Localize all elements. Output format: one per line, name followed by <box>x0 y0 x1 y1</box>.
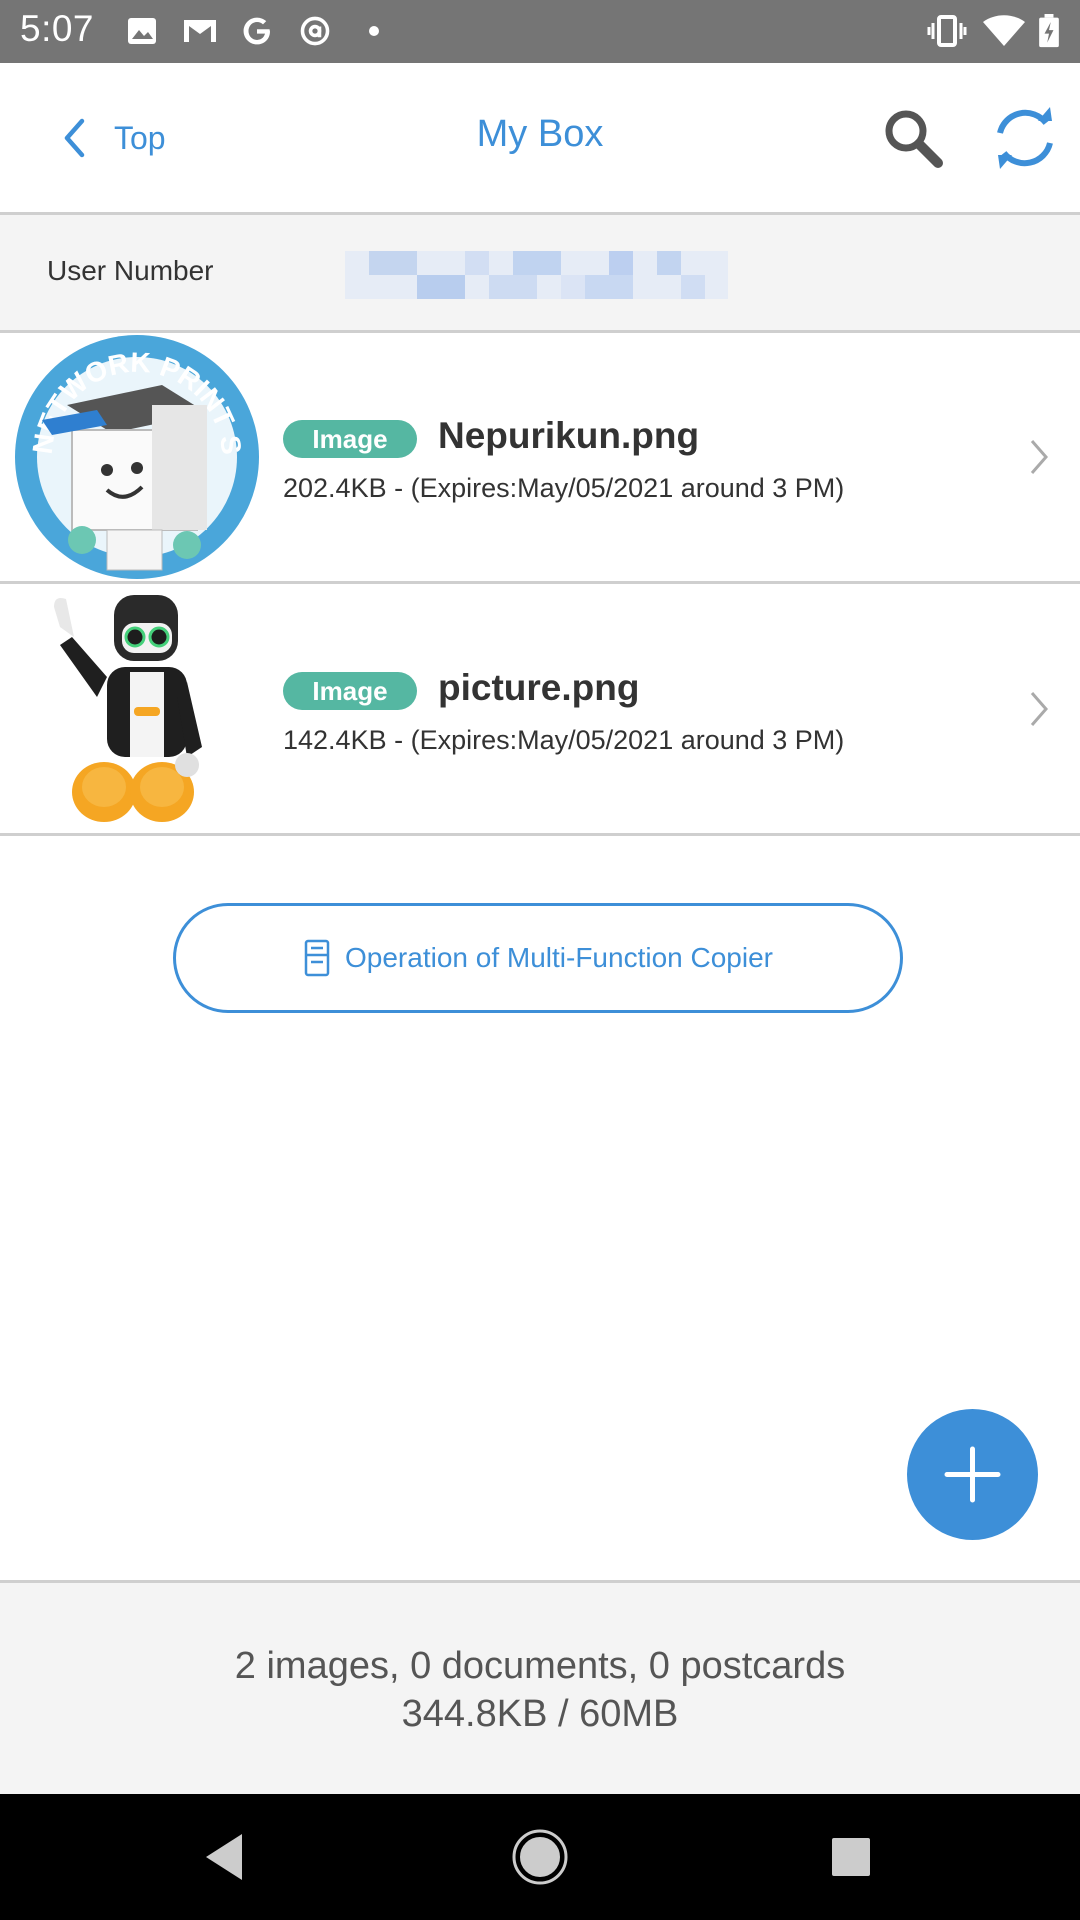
copier-icon <box>304 939 330 977</box>
image-icon <box>128 18 156 44</box>
gmail-icon <box>184 20 216 42</box>
add-file-button[interactable] <box>907 1409 1038 1540</box>
battery-icon <box>1039 14 1059 48</box>
nepurikun-thumbnail: NETWORK PRINT SERVICE <box>12 335 259 579</box>
nav-back-icon[interactable] <box>192 1824 258 1890</box>
refresh-icon[interactable] <box>990 103 1060 173</box>
copier-button-label: Operation of Multi-Function Copier <box>345 942 773 973</box>
dot-icon <box>369 26 379 36</box>
file-list-item[interactable]: Image picture.png 142.4KB - (Expires:May… <box>0 585 1080 836</box>
app-header: Top My Box <box>0 63 1080 215</box>
file-meta: 202.4KB - (Expires:May/05/2021 around 3 … <box>283 473 845 503</box>
file-name: Nepurikun.png <box>438 415 700 456</box>
user-number-value-redacted <box>345 251 728 299</box>
vibrate-icon <box>927 15 967 47</box>
plus-icon <box>944 1446 1001 1503</box>
robot-thumbnail <box>12 587 262 831</box>
summary-usage: 344.8KB / 60MB <box>401 1693 679 1735</box>
file-type-badge: Image <box>283 420 417 458</box>
wifi-icon <box>983 15 1025 46</box>
search-icon[interactable] <box>878 103 948 173</box>
storage-summary: 2 images, 0 documents, 0 postcards 344.8… <box>0 1580 1080 1797</box>
system-nav-bar <box>0 1794 1080 1920</box>
file-meta: 142.4KB - (Expires:May/05/2021 around 3 … <box>283 725 845 755</box>
chevron-right-icon <box>1030 692 1048 726</box>
nav-recents-icon[interactable] <box>818 1824 884 1890</box>
user-number-row: User Number <box>0 215 1080 333</box>
file-type-badge: Image <box>283 672 417 710</box>
summary-counts: 2 images, 0 documents, 0 postcards <box>234 1645 846 1687</box>
multi-function-copier-button[interactable]: Operation of Multi-Function Copier <box>173 903 903 1013</box>
user-number-label: User Number <box>47 255 214 286</box>
chevron-right-icon <box>1030 440 1048 474</box>
at-sign-icon <box>300 16 330 46</box>
nav-home-icon[interactable] <box>507 1824 573 1890</box>
file-list-item[interactable]: NETWORK PRINT SERVICE Image Nepurikun.pn… <box>0 333 1080 584</box>
status-bar: 5:07 <box>0 0 1080 63</box>
file-name: picture.png <box>438 667 640 708</box>
google-icon <box>243 17 270 45</box>
status-time: 5:07 <box>20 8 95 49</box>
